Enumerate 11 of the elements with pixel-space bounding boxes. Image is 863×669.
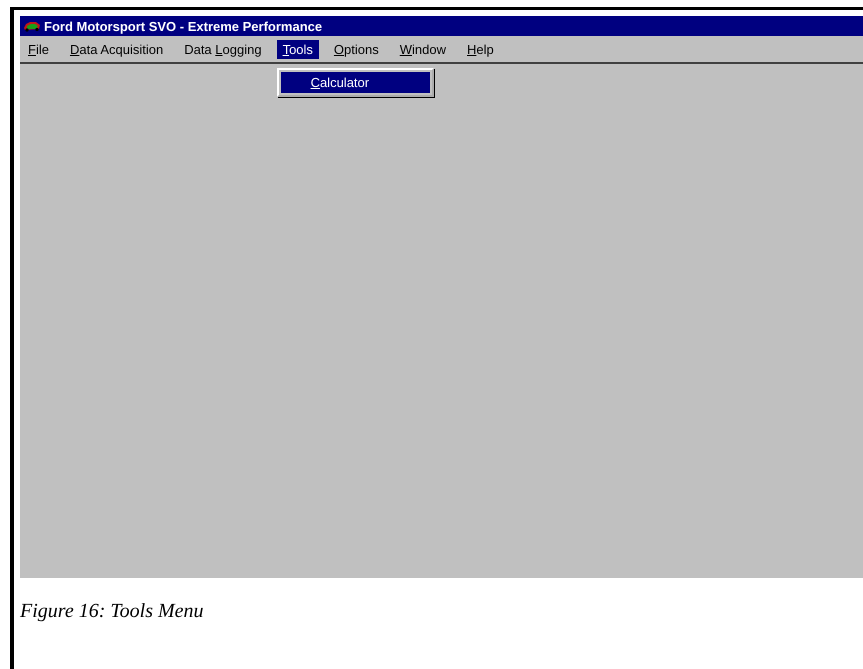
menu-option[interactable]: Calculator bbox=[280, 72, 430, 92]
menu-item[interactable]: Data Acquisition bbox=[64, 40, 170, 58]
menu-item[interactable]: Help bbox=[461, 40, 500, 58]
menu-item[interactable]: Options bbox=[328, 40, 385, 58]
car-icon bbox=[23, 20, 41, 32]
figure-caption: Figure 16: Tools Menu bbox=[20, 600, 205, 623]
menu-item[interactable]: Window bbox=[394, 40, 452, 58]
menu-item[interactable]: Data Logging bbox=[178, 40, 268, 58]
window-title: Ford Motorsport SVO - Extreme Performance bbox=[44, 18, 322, 34]
menu-item[interactable]: File bbox=[22, 40, 55, 58]
menu-item[interactable]: Tools bbox=[276, 40, 319, 58]
